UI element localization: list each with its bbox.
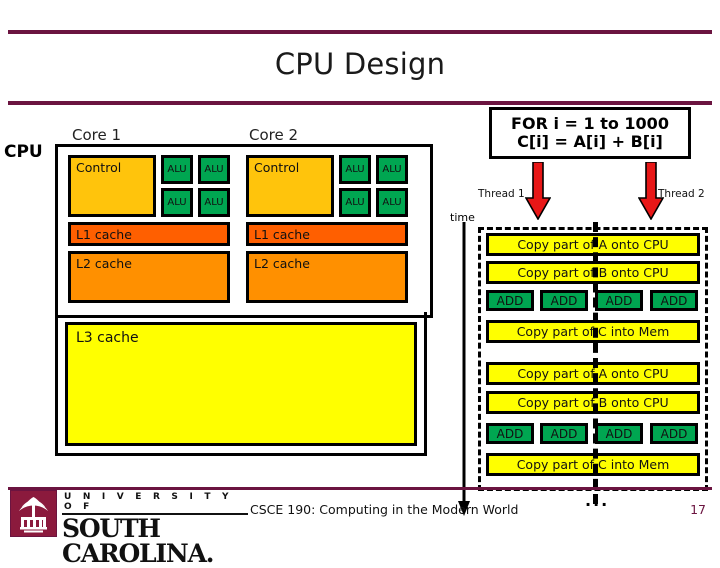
header-rule-top [8,30,712,34]
timeline-continuation: ... [585,491,610,510]
core2-control: Control [246,155,334,217]
cpu-package: Control ALU ALU ALU ALU L1 cache L2 cach… [55,144,433,318]
core1-l1-cache: L1 cache [68,222,230,246]
core2-l2-cache: L2 cache [246,251,408,303]
core2-label: Core 2 [249,126,299,144]
l3-cache: L3 cache [65,322,417,446]
core1-label: Core 1 [72,126,122,144]
cpu-package-inner: Control ALU ALU ALU ALU L1 cache L2 cach… [58,147,430,315]
usc-name-line: SOUTH CAROLINA. [62,513,214,568]
course-footer: CSCE 190: Computing in the Modern World [250,502,519,517]
slide: CPU Design CPU Core 1 Core 2 Control ALU… [0,0,720,566]
footer-rule [8,487,712,490]
core1-alu-3: ALU [161,188,193,217]
timeline-add-2-2: ADD [540,423,588,444]
program-box: FOR i = 1 to 1000 C[i] = A[i] + B[i] [489,107,691,159]
usc-logo-icon [10,490,57,537]
timeline-add-1-3: ADD [595,290,643,311]
time-axis-arrow-icon [456,222,472,517]
header-rule-bottom [8,101,712,105]
core1-alu-4: ALU [198,188,230,217]
core1-l2-cache: L2 cache [68,251,230,303]
timeline-add-2-1: ADD [486,423,534,444]
thread1-label: Thread 1 [478,188,525,200]
timeline-add-1-1: ADD [486,290,534,311]
timeline-add-2-4: ADD [650,423,698,444]
core1-control: Control [68,155,156,217]
page-number: 17 [690,502,706,517]
page-title: CPU Design [274,47,446,81]
timeline-add-1-4: ADD [650,290,698,311]
core2-alu-3: ALU [339,188,371,217]
program-line-2: C[i] = A[i] + B[i] [517,132,663,151]
usc-wordmark: U N I V E R S I T Y O F SOUTH CAROLINA. [62,492,250,566]
thread-split-divider [593,222,598,504]
thread2-label: Thread 2 [658,188,705,200]
program-line-1: FOR i = 1 to 1000 [511,113,669,133]
timeline-add-1-2: ADD [540,290,588,311]
core1-alu-2: ALU [198,155,230,184]
core1-alu-1: ALU [161,155,193,184]
core2-alu-2: ALU [376,155,408,184]
timeline-add-2-3: ADD [595,423,643,444]
core2-l1-cache: L1 cache [246,222,408,246]
cpu-label: CPU [4,142,43,162]
core2-alu-1: ALU [339,155,371,184]
thread1-arrow-icon [524,161,552,221]
usc-university-line: U N I V E R S I T Y O F [64,492,233,512]
core2-alu-4: ALU [376,188,408,217]
